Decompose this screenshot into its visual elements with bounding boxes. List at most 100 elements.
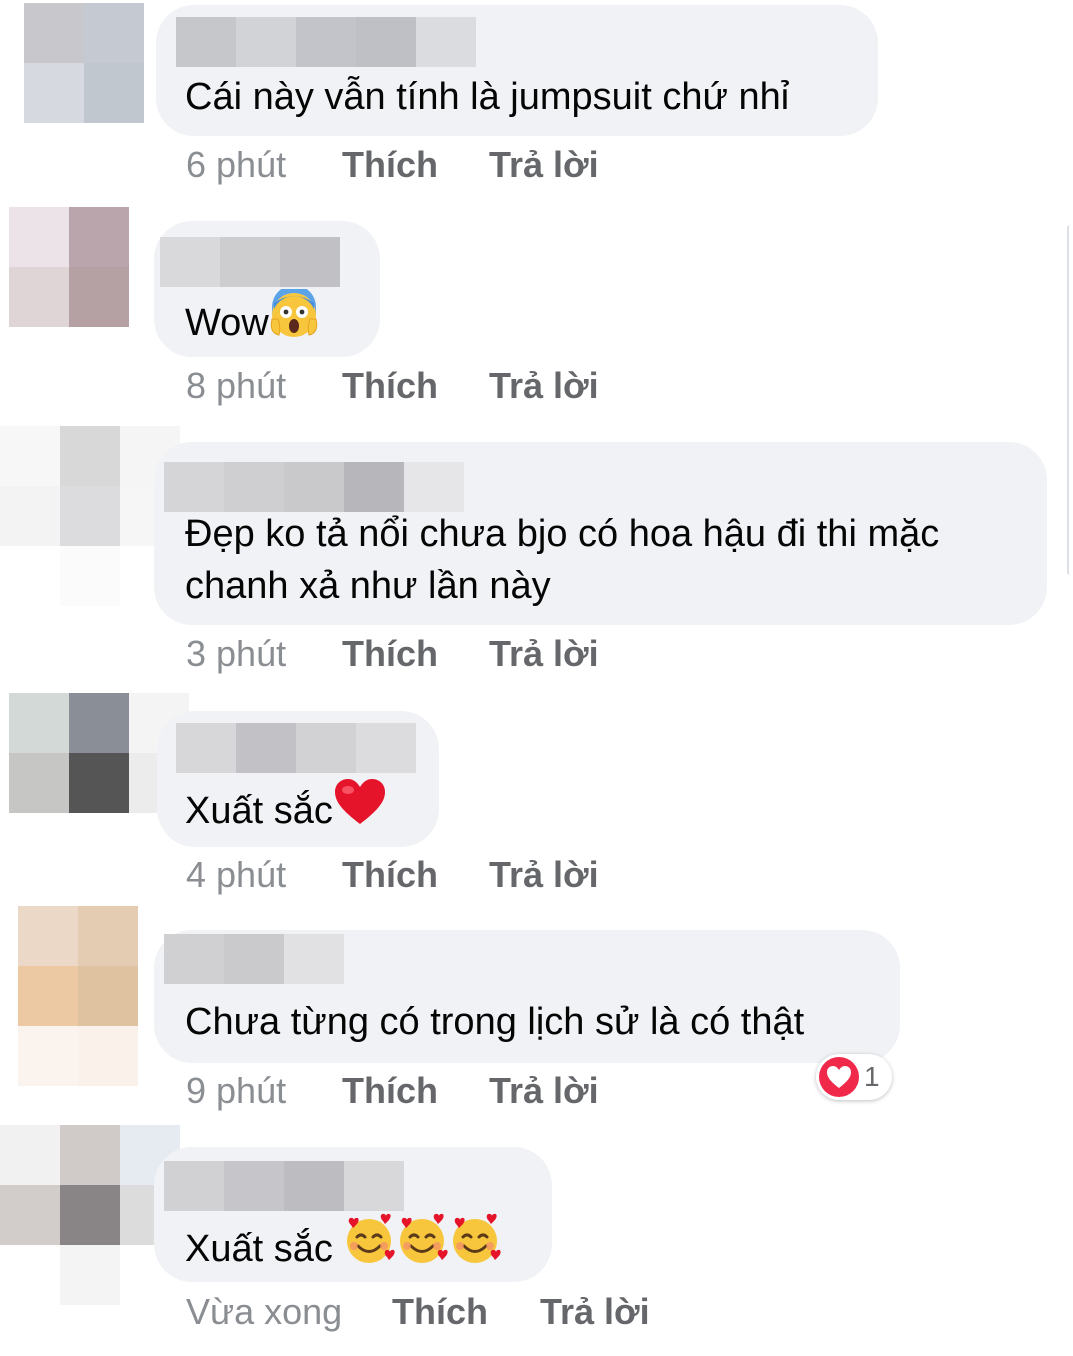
red-heart-emoji [333, 777, 387, 841]
commenter-name-blurred[interactable] [176, 17, 476, 67]
commenter-name-blurred[interactable] [160, 237, 340, 287]
avatar-pixel [84, 3, 144, 63]
avatar-pixel [69, 207, 129, 267]
avatar-pixel [60, 1125, 120, 1185]
comment-text: Chưa từng có trong lịch sử là có thật [185, 1001, 805, 1043]
comment-time: Vừa xong [186, 1291, 343, 1332]
name-pixel [224, 1161, 284, 1211]
name-pixel [284, 462, 344, 512]
name-pixel [296, 17, 356, 67]
reply-button[interactable]: Trả lời [489, 366, 599, 406]
name-pixel [176, 17, 236, 67]
name-pixel [224, 934, 284, 984]
comment-time: 4 phút [186, 854, 287, 895]
avatar-pixel [18, 966, 78, 1026]
avatar-pixel [24, 3, 84, 63]
avatar-pixel [9, 813, 69, 873]
comment-text: Đẹp ko tả nổi chưa bjo có hoa hậu đi thi… [185, 513, 940, 607]
name-pixel [416, 17, 476, 67]
name-pixel [220, 237, 280, 287]
name-pixel [344, 462, 404, 512]
comment-bubble[interactable]: Xuất sắc [154, 1147, 552, 1282]
avatar-pixel [9, 693, 69, 753]
avatar[interactable] [0, 426, 180, 606]
avatar-pixel [60, 1185, 120, 1245]
avatar-pixel [18, 906, 78, 966]
name-pixel [164, 462, 224, 512]
name-pixel [356, 17, 416, 67]
avatar-pixel [24, 63, 84, 123]
avatar-pixel [24, 123, 84, 183]
comment-bubble[interactable]: Chưa từng có trong lịch sử là có thật [154, 930, 900, 1063]
comment-text-content: Xuất sắc [185, 790, 333, 833]
comment-text-content: Wow [185, 302, 269, 345]
scrollbar[interactable] [1067, 225, 1073, 575]
comment-text: Xuất sắc [185, 779, 387, 845]
name-pixel [236, 723, 296, 773]
reaction-count: 1 [864, 1061, 880, 1092]
comment-text: Xuất sắc [185, 1212, 503, 1285]
like-button[interactable]: Thích [392, 1292, 488, 1332]
comment-bubble[interactable]: Đẹp ko tả nổi chưa bjo có hoa hậu đi thi… [154, 442, 1047, 625]
avatar-pixel [0, 426, 60, 486]
commenter-name-blurred[interactable] [176, 723, 416, 773]
name-pixel [236, 17, 296, 67]
comment-text: Wow [185, 285, 319, 357]
comment-bubble[interactable]: Wow [154, 221, 380, 357]
reply-button[interactable]: Trả lời [489, 145, 599, 185]
avatar-pixel [0, 486, 60, 546]
commenter-name-blurred[interactable] [164, 1161, 404, 1211]
comment-time: 6 phút [186, 144, 287, 185]
avatar-pixel [0, 1185, 60, 1245]
avatar-pixel [9, 753, 69, 813]
like-button[interactable]: Thích [342, 1071, 438, 1111]
smiling-face-with-hearts-emoji [343, 1212, 503, 1281]
name-pixel [356, 723, 416, 773]
reply-button[interactable]: Trả lời [489, 855, 599, 895]
commenter-name-blurred[interactable] [164, 934, 344, 984]
name-pixel [176, 723, 236, 773]
like-button[interactable]: Thích [342, 855, 438, 895]
comment-text-content: Xuất sắc [185, 1228, 333, 1271]
avatar-pixel [0, 1125, 60, 1185]
avatar-pixel [78, 1026, 138, 1086]
name-pixel [160, 237, 220, 287]
avatar-pixel [84, 63, 144, 123]
comment-bubble[interactable]: Cái này vẫn tính là jumpsuit chứ nhỉ [156, 5, 878, 136]
avatar-pixel [9, 327, 69, 387]
name-pixel [284, 1161, 344, 1211]
like-button[interactable]: Thích [342, 366, 438, 406]
reply-button[interactable]: Trả lời [489, 634, 599, 674]
avatar-pixel [84, 123, 144, 183]
comment-time: 9 phút [186, 1070, 287, 1111]
avatar-pixel [69, 267, 129, 327]
avatar-pixel [78, 966, 138, 1026]
reply-button[interactable]: Trả lời [540, 1292, 650, 1332]
name-pixel [164, 1161, 224, 1211]
avatar-pixel [9, 267, 69, 327]
avatar-pixel [0, 1245, 60, 1305]
like-button[interactable]: Thích [342, 145, 438, 185]
reaction-badge[interactable]: 1 [816, 1054, 892, 1100]
avatar-pixel [69, 753, 129, 813]
avatar-pixel [78, 906, 138, 966]
name-pixel [284, 934, 344, 984]
reply-button[interactable]: Trả lời [489, 1071, 599, 1111]
love-reaction-icon [819, 1057, 859, 1097]
name-pixel [280, 237, 340, 287]
name-pixel [224, 462, 284, 512]
comment-time: 3 phút [186, 633, 287, 674]
commenter-name-blurred[interactable] [164, 462, 464, 512]
name-pixel [404, 462, 464, 512]
avatar-pixel [69, 327, 129, 387]
scream-emoji [269, 285, 319, 353]
avatar[interactable] [0, 1125, 180, 1305]
avatar-pixel [60, 426, 120, 486]
comment-bubble[interactable]: Xuất sắc [157, 711, 439, 847]
avatar-pixel [69, 693, 129, 753]
name-pixel [296, 723, 356, 773]
avatar-pixel [60, 486, 120, 546]
like-button[interactable]: Thích [342, 634, 438, 674]
avatar-pixel [18, 1026, 78, 1086]
comment-time: 8 phút [186, 365, 287, 406]
